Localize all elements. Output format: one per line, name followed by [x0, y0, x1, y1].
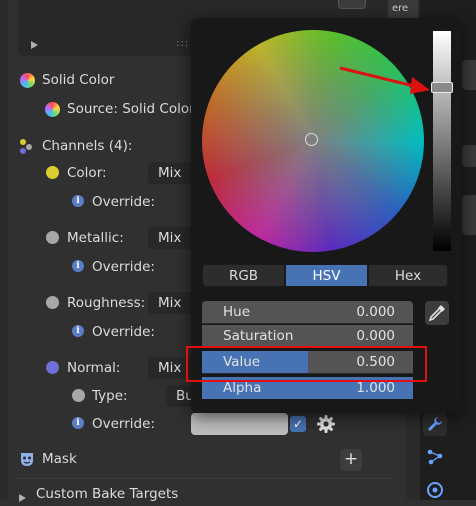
hue-value: 0.000	[356, 304, 395, 320]
normal-override-color-field[interactable]	[191, 413, 288, 435]
annotation-highlight-box	[186, 346, 427, 382]
divider	[18, 478, 390, 479]
saturation-field[interactable]: Saturation 0.000	[202, 325, 413, 348]
list-side-button[interactable]	[338, 0, 366, 9]
override-checkbox[interactable]: ✓	[290, 416, 306, 432]
expand-triangle-icon[interactable]	[19, 494, 26, 502]
channel-roughness-label: Roughness:	[67, 295, 146, 311]
mask-icon	[19, 451, 35, 467]
channel-normal-override-label: Override:	[92, 416, 155, 432]
tab-hsv[interactable]: HSV	[285, 264, 368, 287]
channel-normal-type-label: Type:	[92, 388, 128, 404]
solid-color-label: Solid Color	[42, 72, 115, 88]
add-mask-button[interactable]: +	[340, 449, 362, 471]
source-color-icon	[45, 102, 60, 117]
gear-icon[interactable]	[316, 414, 336, 434]
info-icon: i	[72, 260, 84, 272]
toolbar-side-button[interactable]	[462, 195, 476, 235]
sidebar-tab-label: ere	[392, 3, 409, 14]
sidebar-tab[interactable]: ere	[388, 0, 418, 20]
saturation-value: 0.000	[356, 328, 395, 344]
annotation-arrow	[339, 66, 430, 94]
node-icon[interactable]	[423, 445, 447, 469]
channel-color-override-label: Override:	[92, 194, 155, 210]
resize-handle[interactable]: :::	[176, 38, 189, 49]
normal-socket-icon	[46, 361, 59, 374]
channels-label: Channels (4):	[42, 138, 133, 154]
wrench-icon[interactable]	[423, 412, 447, 436]
channel-normal-label: Normal:	[67, 360, 121, 376]
roughness-socket-icon	[46, 296, 59, 309]
color-wheel-icon	[20, 73, 35, 88]
color-wheel-handle[interactable]	[305, 133, 318, 146]
saturation-label: Saturation	[223, 328, 294, 344]
type-socket-icon	[72, 389, 85, 402]
tab-hex[interactable]: Hex	[368, 264, 448, 287]
color-socket-icon	[46, 166, 59, 179]
tab-rgb[interactable]: RGB	[202, 264, 285, 287]
toolbar-side-button[interactable]	[462, 60, 476, 90]
channel-color-label: Color:	[67, 165, 107, 181]
source-label: Source: Solid Color	[67, 101, 195, 117]
toolbar-side-button[interactable]	[462, 145, 476, 167]
channel-metallic-label: Metallic:	[67, 230, 124, 246]
hue-field[interactable]: Hue 0.000	[202, 301, 413, 324]
metallic-socket-icon	[46, 231, 59, 244]
channels-icon	[18, 138, 34, 154]
info-icon: i	[72, 325, 84, 337]
info-icon: i	[72, 195, 84, 207]
eyedropper-button[interactable]	[425, 301, 449, 325]
info-icon: i	[72, 417, 84, 429]
expand-triangle-icon[interactable]	[31, 41, 38, 49]
channel-metallic-override-label: Override:	[92, 259, 155, 275]
channel-roughness-override-label: Override:	[92, 324, 155, 340]
object-data-icon[interactable]	[423, 478, 447, 502]
mask-label: Mask	[42, 451, 77, 467]
eyedropper-icon	[428, 305, 445, 322]
hue-label: Hue	[223, 304, 251, 320]
